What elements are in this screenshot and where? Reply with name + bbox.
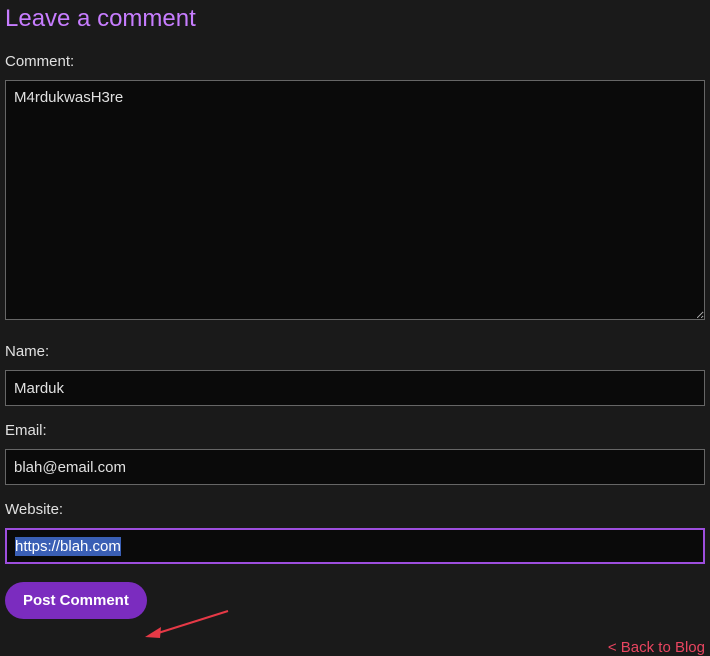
name-label: Name: (5, 343, 705, 360)
email-label: Email: (5, 422, 705, 439)
comment-label: Comment: (5, 53, 705, 70)
website-input-value: https://blah.com (15, 537, 121, 556)
website-label: Website: (5, 501, 705, 518)
comment-textarea[interactable]: M4rdukwasH3re (5, 80, 705, 320)
post-comment-button[interactable]: Post Comment (5, 582, 147, 619)
website-input[interactable]: https://blah.com (5, 528, 705, 564)
email-input[interactable] (5, 449, 705, 485)
name-input[interactable] (5, 370, 705, 406)
page-title: Leave a comment (5, 5, 705, 33)
back-to-blog-link[interactable]: < Back to Blog (5, 639, 705, 656)
